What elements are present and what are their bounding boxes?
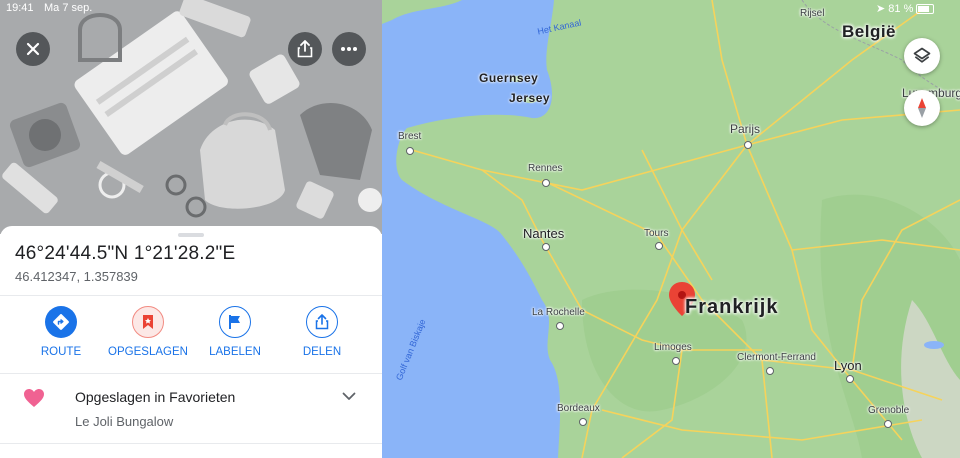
map-view[interactable]: Het Kanaal Golf van Biskaje Guernsey Jer… (382, 0, 960, 458)
illustration-image (0, 0, 382, 234)
directions-icon (45, 306, 77, 338)
share-button[interactable]: DELEN (282, 306, 362, 358)
battery-icon (916, 4, 935, 15)
city-label-rennes: Rennes (528, 163, 563, 174)
compass-icon (918, 98, 926, 118)
saved-label: OPGESLAGEN (108, 346, 188, 358)
city-dot-rennes (542, 179, 550, 187)
more-horizontal-icon (341, 47, 357, 51)
island-label-guernsey: Guernsey (479, 71, 539, 85)
city-dot-clermont (766, 367, 774, 375)
city-label-rijsel: Rijsel (800, 8, 825, 19)
maps-app: Het Kanaal Golf van Biskaje Guernsey Jer… (0, 0, 960, 458)
coordinates-dms: 46°24'44.5"N 1°21'28.2"E (15, 243, 236, 264)
status-icons: ➤ 81 % (876, 2, 935, 15)
divider (0, 295, 382, 296)
close-button[interactable] (16, 32, 50, 66)
country-label-france: Frankrijk (685, 296, 779, 318)
city-label-limoges: Limoges (654, 342, 692, 353)
share-label: DELEN (302, 346, 342, 358)
layers-icon (913, 47, 931, 63)
chevron-down-icon[interactable] (342, 392, 356, 401)
city-label-la-rochelle: La Rochelle (532, 307, 585, 318)
flag-icon (219, 306, 251, 338)
city-label-grenoble: Grenoble (868, 405, 910, 416)
layers-button[interactable] (904, 38, 940, 74)
route-button[interactable]: ROUTE (21, 306, 101, 358)
city-label-nantes: Nantes (523, 226, 565, 241)
city-label-bordeaux: Bordeaux (557, 403, 600, 414)
saved-list-title: Opgeslagen in Favorieten (75, 389, 236, 405)
place-sheet: 46°24'44.5"N 1°21'28.2"E 46.412347, 1.35… (0, 226, 382, 458)
share-icon (306, 306, 338, 338)
status-date: Ma 7 sep. (44, 2, 93, 14)
heart-icon (24, 389, 44, 407)
city-dot-brest (406, 147, 414, 155)
drag-handle[interactable] (178, 233, 204, 237)
city-label-clermont: Clermont-Ferrand (737, 352, 816, 363)
label-label: LABELEN (209, 346, 261, 358)
label-button[interactable]: LABELEN (195, 306, 275, 358)
city-label-brest: Brest (398, 131, 422, 142)
divider (0, 443, 382, 444)
share-top-button[interactable] (288, 32, 322, 66)
saved-button[interactable]: OPGESLAGEN (108, 306, 188, 358)
more-options-button[interactable] (332, 32, 366, 66)
city-dot-paris (744, 141, 752, 149)
place-hero-image: 19:41 Ma 7 sep. (0, 0, 382, 234)
city-dot-lyon (846, 375, 854, 383)
city-dot-la-rochelle (556, 322, 564, 330)
map-terrain (382, 0, 960, 458)
country-label-belgium: België (842, 22, 897, 41)
battery-percent: 81 % (888, 3, 914, 15)
compass-button[interactable] (904, 90, 940, 126)
location-status-icon: ➤ (876, 3, 886, 15)
city-label-paris: Parijs (730, 122, 761, 136)
route-label: ROUTE (40, 346, 82, 358)
city-label-tours: Tours (644, 228, 669, 239)
city-label-lyon: Lyon (834, 358, 862, 373)
saved-list-name: Le Joli Bungalow (75, 414, 174, 429)
close-icon (26, 42, 40, 56)
city-dot-nantes (542, 243, 550, 251)
city-dot-bordeaux (579, 418, 587, 426)
status-time: 19:41 (6, 2, 34, 14)
saved-list-row[interactable] (0, 374, 382, 444)
share-icon (297, 40, 313, 58)
city-dot-grenoble (884, 420, 892, 428)
place-panel: 19:41 Ma 7 sep. 46°24'44.5"N 1°21'28.2"E… (0, 0, 382, 458)
city-dot-limoges (672, 357, 680, 365)
coordinates-decimal: 46.412347, 1.357839 (15, 269, 138, 284)
city-dot-tours (655, 242, 663, 250)
saved-bookmark-icon (132, 306, 164, 338)
island-label-jersey: Jersey (509, 91, 551, 105)
